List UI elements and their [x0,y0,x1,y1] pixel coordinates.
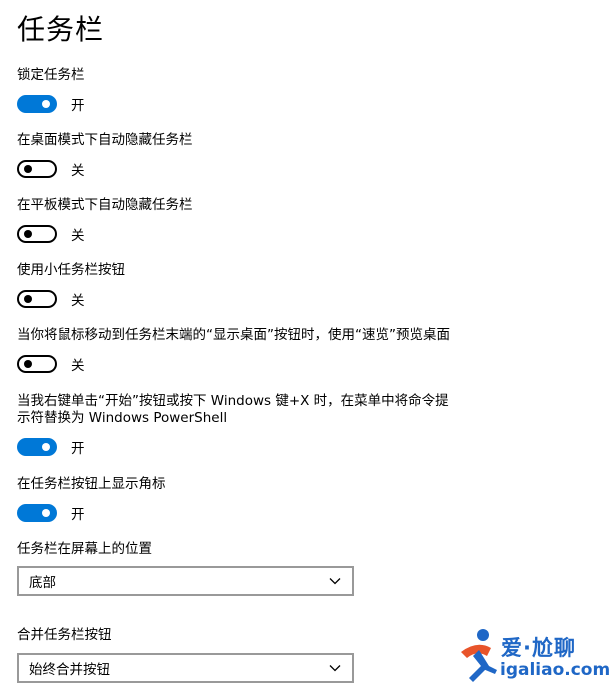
position-label: 任务栏在屏幕上的位置 [17,541,152,557]
setting-autohide-tablet: 在平板模式下自动隐藏任务栏 关 [17,197,487,244]
chevron-down-icon [329,665,341,672]
setting-label: 锁定任务栏 [17,67,85,83]
chevron-down-icon [329,578,341,585]
toggle-knob [24,230,32,238]
position-setting: 任务栏在屏幕上的位置 [17,541,487,558]
autohide-tablet-toggle[interactable] [17,225,57,243]
position-value: 底部 [29,575,56,591]
setting-label: 使用小任务栏按钮 [17,262,125,278]
page-title: 任务栏 [17,13,105,46]
setting-label: 在任务栏按钮上显示角标 [17,476,166,492]
setting-peek: 当你将鼠标移动到任务栏末端的“显示桌面”按钮时，使用“速览”预览桌面 关 [17,327,487,374]
setting-label: 当你将鼠标移动到任务栏末端的“显示桌面”按钮时，使用“速览”预览桌面 [17,327,450,343]
watermark-logo: 爱·尬聊 igaliao.com [455,626,610,690]
setting-label: 在平板模式下自动隐藏任务栏 [17,197,193,213]
running-figure-icon [461,629,497,682]
setting-label: 当我右键单击“开始”按钮或按下 Windows 键+X 时，在菜单中将命令提 示… [17,393,449,426]
toggle-state-label: 开 [71,98,85,114]
combine-label: 合并任务栏按钮 [17,627,112,643]
toggle-state-label: 开 [71,507,85,523]
setting-powershell: 当我右键单击“开始”按钮或按下 Windows 键+X 时，在菜单中将命令提 示… [17,393,487,457]
toggle-state-label: 开 [71,441,85,457]
setting-autohide-desktop: 在桌面模式下自动隐藏任务栏 关 [17,132,487,179]
autohide-desktop-toggle[interactable] [17,160,57,178]
powershell-toggle[interactable] [17,438,57,456]
small-buttons-toggle[interactable] [17,290,57,308]
toggle-knob [42,509,50,517]
toggle-state-label: 关 [71,163,85,179]
setting-badges: 在任务栏按钮上显示角标 开 [17,476,487,523]
watermark-url: igaliao.com [500,660,611,680]
toggle-knob [42,100,50,108]
toggle-state-label: 关 [71,358,85,374]
peek-toggle[interactable] [17,355,57,373]
setting-small-buttons: 使用小任务栏按钮 关 [17,262,487,309]
badges-toggle[interactable] [17,504,57,522]
toggle-knob [24,165,32,173]
position-dropdown[interactable]: 底部 [17,566,354,596]
combine-dropdown[interactable]: 始终合并按钮 [17,653,354,683]
combine-value: 始终合并按钮 [29,662,110,678]
toggle-knob [42,443,50,451]
watermark-title: 爱·尬聊 [501,636,576,660]
toggle-state-label: 关 [71,293,85,309]
toggle-knob [24,295,32,303]
combine-setting: 合并任务栏按钮 [17,627,487,644]
toggle-state-label: 关 [71,228,85,244]
toggle-knob [24,360,32,368]
setting-lock-taskbar: 锁定任务栏 开 [17,67,487,114]
lock-taskbar-toggle[interactable] [17,95,57,113]
setting-label: 在桌面模式下自动隐藏任务栏 [17,132,193,148]
